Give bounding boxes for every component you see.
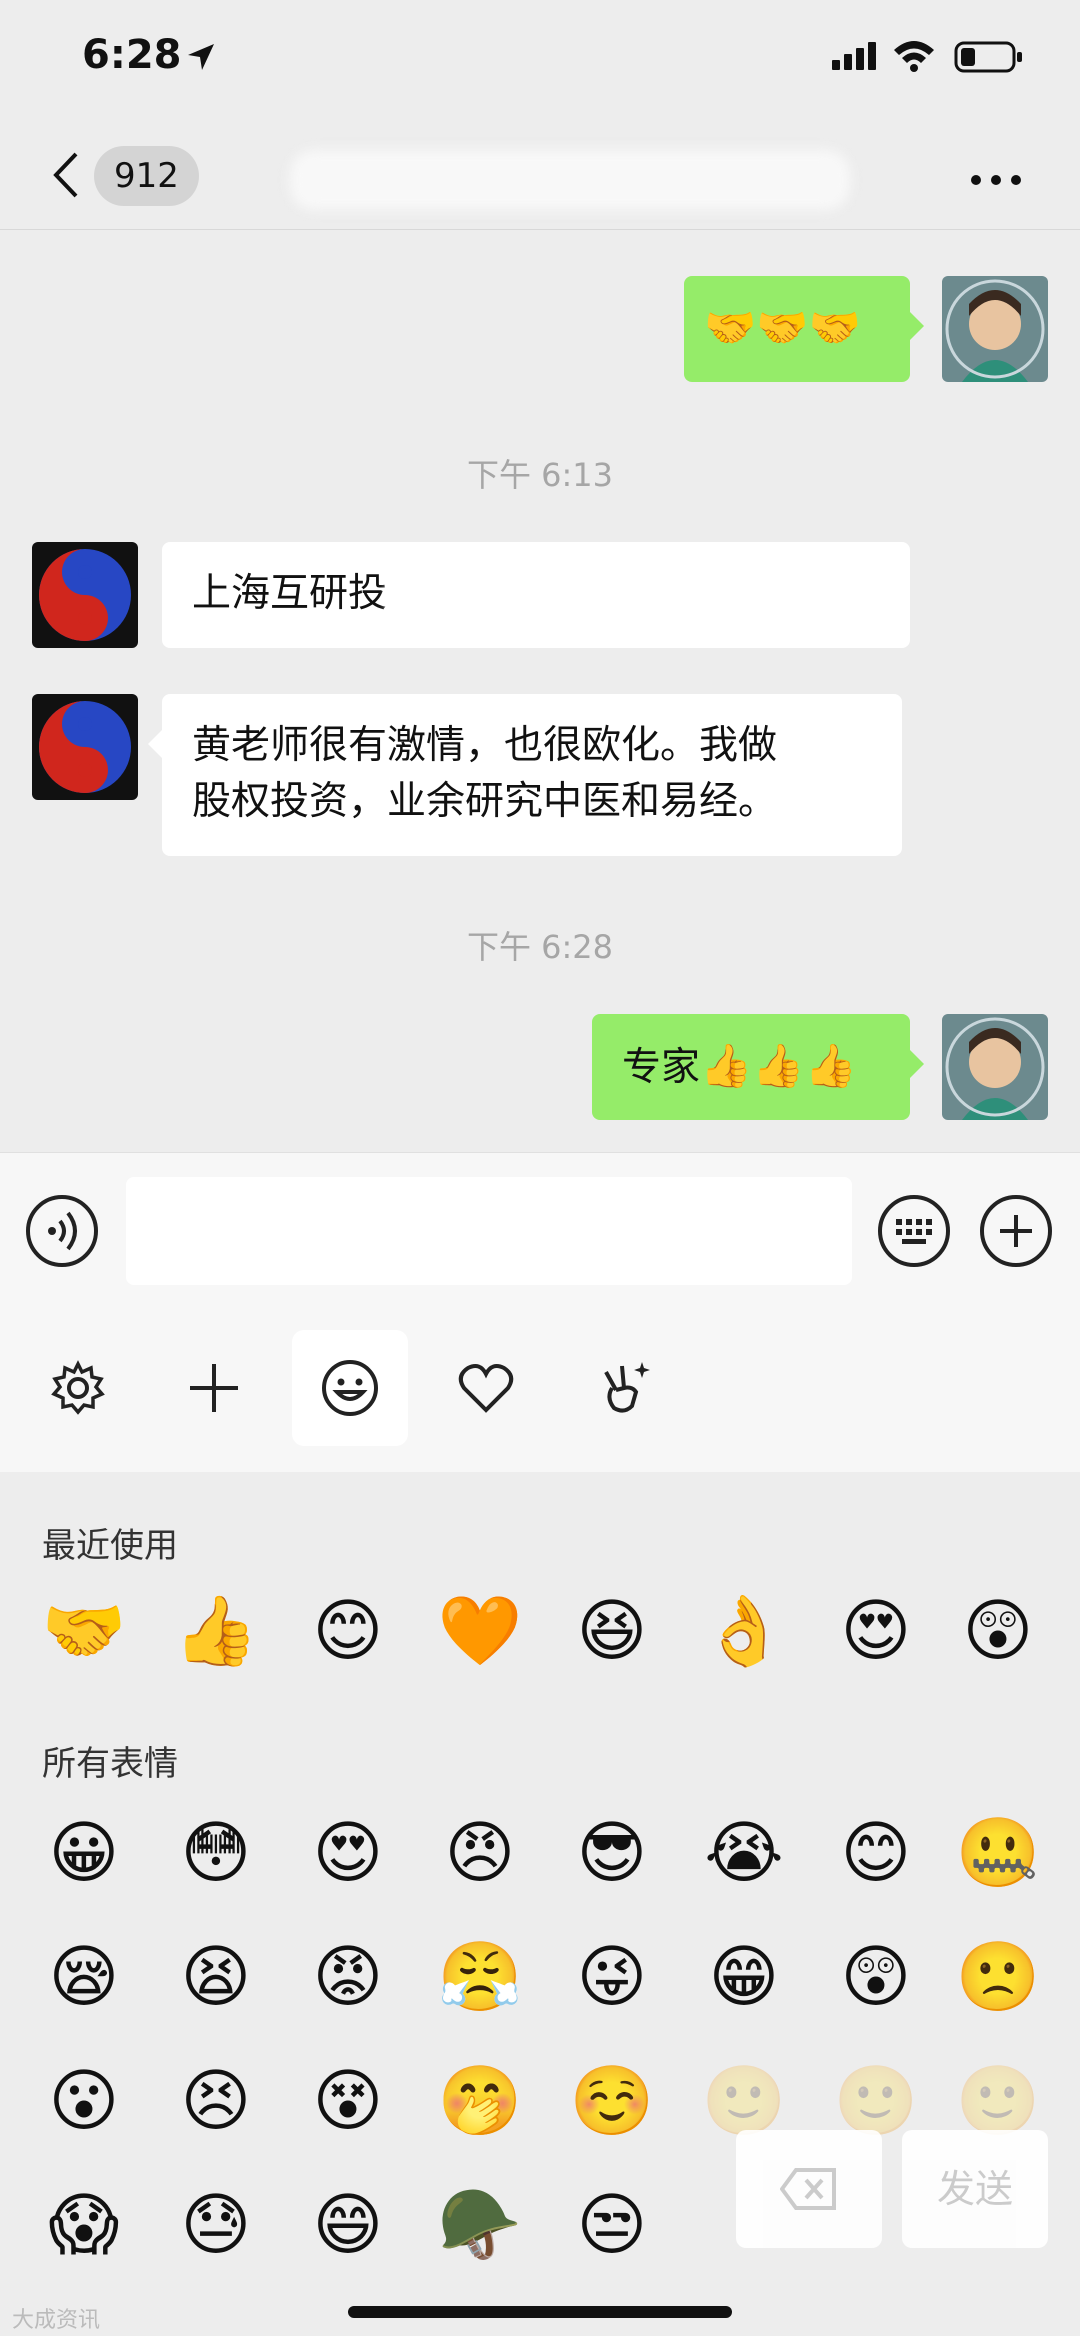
- status-bar: 6:28: [0, 0, 1080, 130]
- unread-count-badge[interactable]: 912: [94, 146, 199, 206]
- handshake-emoji: 🤝: [704, 303, 757, 352]
- emoji-struggle[interactable]: 😒: [562, 2176, 662, 2276]
- emoji-sleepy[interactable]: 😪: [34, 1928, 134, 2028]
- emoji-handshake[interactable]: 🤝: [34, 1582, 134, 1682]
- battery-icon: [954, 41, 1022, 73]
- gear-icon: [51, 1360, 105, 1415]
- emoji-cry[interactable]: 😭: [694, 1804, 794, 1904]
- tab-gesture-stickers[interactable]: [564, 1330, 680, 1446]
- emoji-embarrassed[interactable]: 😡: [298, 1928, 398, 2028]
- emoji-sweat[interactable]: 😓: [166, 2176, 266, 2276]
- emoji-thumbs-up[interactable]: 👍: [166, 1582, 266, 1682]
- message-text: 上海互研投: [192, 571, 388, 616]
- emoji-grid-row: 😀 😳 😍 😠 😎 😭 😊 🤐: [0, 1804, 1080, 1904]
- recent-section-title: 最近使用: [42, 1526, 178, 1566]
- emoji-soldier[interactable]: 🪖: [430, 2176, 530, 2276]
- more-options-icon[interactable]: [966, 160, 1026, 200]
- voice-input-button[interactable]: [26, 1195, 98, 1267]
- tab-favorites[interactable]: [428, 1330, 544, 1446]
- emoji-surprised[interactable]: 😲: [948, 1582, 1048, 1682]
- status-time: 6:28: [82, 32, 182, 78]
- wifi-icon: [894, 41, 934, 72]
- emoji-blush[interactable]: ☺️: [562, 2052, 662, 2152]
- keyboard-icon: [896, 1219, 932, 1244]
- location-arrow-icon: [188, 44, 214, 70]
- message-input[interactable]: [126, 1177, 852, 1285]
- handshake-emoji: 🤝: [808, 303, 861, 352]
- message-timestamp: 下午 6:13: [466, 456, 614, 494]
- emoji-sad[interactable]: 🙁: [948, 1928, 1048, 2028]
- my-avatar[interactable]: [942, 276, 1048, 382]
- message-text-line: 股权投资，业余研究中医和易经。: [192, 779, 778, 824]
- message-timestamp: 下午 6:28: [466, 928, 614, 966]
- emoji-shy[interactable]: 😊: [826, 1804, 926, 1904]
- message-bubble-outgoing[interactable]: 专家👍👍👍: [592, 1014, 924, 1120]
- emoji-stare[interactable]: 😠: [430, 1804, 530, 1904]
- message-bubble-incoming[interactable]: 上海互研投: [162, 542, 910, 648]
- thumbs-up-emoji: 👍: [752, 1041, 805, 1090]
- tab-add-sticker[interactable]: [156, 1330, 272, 1446]
- emoji-smile[interactable]: 😀: [34, 1804, 134, 1904]
- heart-icon: [458, 1364, 514, 1413]
- message-bubble-incoming[interactable]: 黄老师很有激情，也很欧化。我做 股权投资，业余研究中医和易经。: [148, 694, 902, 856]
- emoji-silent[interactable]: 🤐: [948, 1804, 1048, 1904]
- more-functions-button[interactable]: [980, 1195, 1052, 1267]
- emoji-angry[interactable]: 😤: [430, 1928, 530, 2028]
- tab-sticker-settings[interactable]: [20, 1330, 136, 1446]
- emoji-grin[interactable]: 😁: [694, 1928, 794, 2028]
- chat-title-redacted: [290, 150, 850, 210]
- home-indicator[interactable]: [348, 2306, 732, 2318]
- emoji-giggle[interactable]: 🤭: [430, 2052, 530, 2152]
- emoji-drool[interactable]: 😍: [298, 1804, 398, 1904]
- thumbs-up-emoji: 👍: [804, 1041, 857, 1090]
- emoji-heart-eyes[interactable]: 😍: [826, 1582, 926, 1682]
- message-bubble-outgoing[interactable]: 🤝🤝🤝: [684, 276, 924, 382]
- emoji-sob[interactable]: 😫: [166, 1928, 266, 2028]
- watermark-text: 大成资讯: [12, 2308, 101, 2333]
- emoji-ok-hand[interactable]: 👌: [694, 1582, 794, 1682]
- send-button[interactable]: 发送: [902, 2130, 1048, 2248]
- all-emoji-section-title: 所有表情: [42, 1744, 178, 1784]
- backspace-icon: [780, 2168, 836, 2210]
- handshake-emoji: 🤝: [756, 303, 809, 352]
- emoji-scream[interactable]: 😣: [166, 2052, 266, 2152]
- recent-emoji-row: 🤝 👍 😊 🧡 😆 👌 😍 😲: [0, 1582, 1080, 1682]
- redacted-text: [387, 570, 808, 621]
- contact-avatar-yin-yang[interactable]: [32, 694, 138, 800]
- emoji-heart[interactable]: 🧡: [430, 1582, 530, 1682]
- emoji-grid-row: 😪 😫 😡 😤 😜 😁 😲 🙁: [0, 1928, 1080, 2028]
- emoji-cool[interactable]: 😎: [562, 1804, 662, 1904]
- emoji-panel: 最近使用 🤝 👍 😊 🧡 😆 👌 😍 😲 所有表情 😀 😳 😍 😠 😎 😭 😊 …: [0, 1472, 1080, 2336]
- emoji-awkward[interactable]: 😳: [166, 1804, 266, 1904]
- contact-avatar-yin-yang[interactable]: [32, 542, 138, 648]
- emoji-fear[interactable]: 😱: [34, 2176, 134, 2276]
- sticker-tabs: [0, 1312, 1080, 1472]
- plus-icon: [190, 1364, 238, 1412]
- emoji-happy[interactable]: 😄: [298, 2176, 398, 2276]
- smiley-face-icon: [322, 1360, 378, 1416]
- back-chevron-icon[interactable]: [46, 148, 86, 202]
- emoji-laugh[interactable]: 😆: [562, 1582, 662, 1682]
- tab-emoji[interactable]: [292, 1330, 408, 1446]
- keyboard-toggle-button[interactable]: [878, 1195, 950, 1267]
- thumbs-up-emoji: 👍: [700, 1041, 753, 1090]
- emoji-surprised[interactable]: 😮: [34, 2052, 134, 2152]
- plus-icon: [1000, 1215, 1032, 1247]
- emoji-dizzy[interactable]: 😵: [298, 2052, 398, 2152]
- message-text: 专家: [622, 1045, 701, 1090]
- signal-icon: [832, 42, 876, 70]
- emoji-tongue[interactable]: 😜: [562, 1928, 662, 2028]
- input-bar: [0, 1152, 1080, 1312]
- voice-icon: [48, 1211, 77, 1251]
- victory-hand-icon: [604, 1362, 650, 1413]
- delete-button[interactable]: [736, 2130, 882, 2248]
- message-text-line: 黄老师很有激情，也很欧化。我做: [192, 723, 778, 768]
- chat-nav-bar: 912: [0, 130, 1080, 230]
- emoji-shy-smile[interactable]: 😊: [298, 1582, 398, 1682]
- emoji-shocked[interactable]: 😲: [826, 1928, 926, 2028]
- my-avatar[interactable]: [942, 1014, 1048, 1120]
